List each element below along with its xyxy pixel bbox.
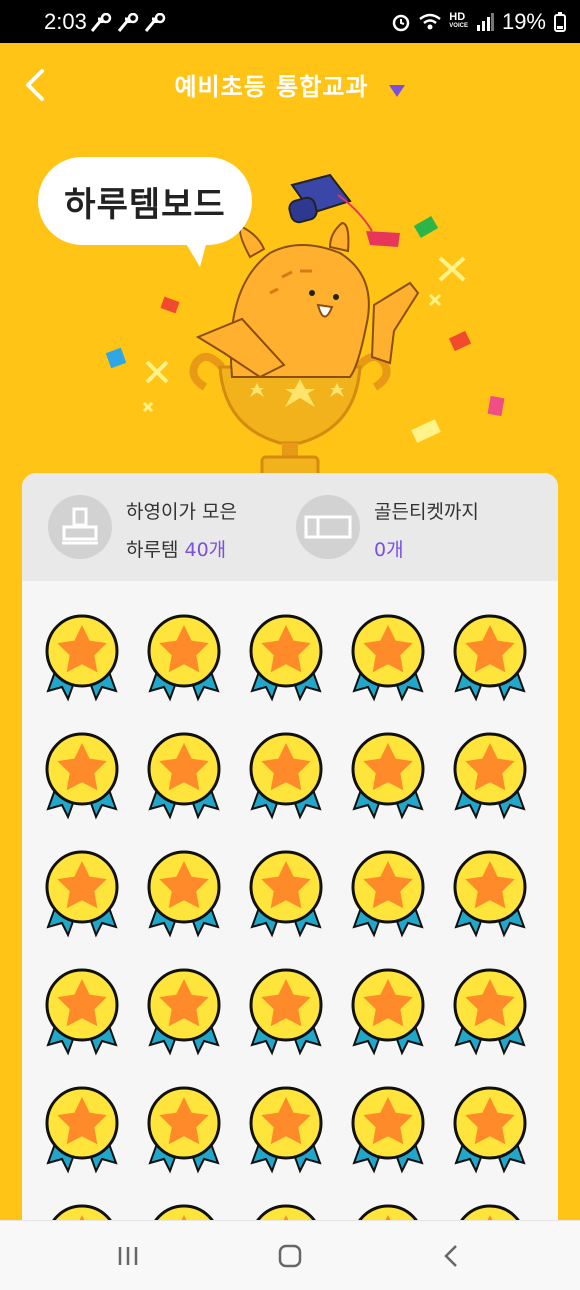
ticket-icon	[304, 515, 352, 539]
wifi-icon	[419, 13, 442, 30]
star-medal-icon[interactable]	[450, 967, 530, 1057]
star-medal-icon[interactable]	[348, 967, 428, 1057]
stats-panel: 하영이가 모은 하루템 40개 골든티켓까지 0개	[22, 473, 558, 581]
battery-percent: 19%	[501, 9, 546, 34]
golden-text: 골든티켓까지 0개	[374, 493, 558, 569]
missed-call-icon	[144, 13, 166, 32]
ticket-icon-wrap	[296, 495, 360, 559]
star-medal-icon[interactable]	[246, 731, 326, 821]
voice-label: VOICE	[449, 23, 468, 29]
star-medal-icon[interactable]	[42, 731, 122, 821]
stamp-icon-wrap	[48, 495, 112, 559]
golden-ticket-stat: 골든티켓까지 0개	[296, 493, 546, 561]
star-medal-icon[interactable]	[42, 849, 122, 939]
star-medal-icon[interactable]	[348, 1085, 428, 1175]
home-button[interactable]	[268, 1241, 312, 1271]
golden-count: 0개	[374, 539, 404, 561]
star-medal-icon[interactable]	[42, 967, 122, 1057]
battery-icon	[554, 12, 566, 32]
nav-back-button[interactable]	[430, 1241, 474, 1271]
star-medal-icon[interactable]	[450, 731, 530, 821]
medal-grid	[42, 613, 552, 1273]
triangle-down-icon	[388, 84, 405, 97]
collected-stat: 하영이가 모은 하루템 40개	[48, 493, 308, 561]
star-medal-icon[interactable]	[246, 967, 326, 1057]
star-medal-icon[interactable]	[450, 849, 530, 939]
missed-call-icon	[117, 13, 139, 32]
bubble-tail	[182, 237, 208, 267]
cat	[195, 221, 420, 379]
star-medal-icon[interactable]	[246, 1085, 326, 1175]
recent-apps-icon	[118, 1247, 138, 1265]
star-medal-icon[interactable]	[450, 1085, 530, 1175]
page-title: 예비초등 통합교과	[174, 73, 369, 101]
collected-prefix: 하루템	[126, 539, 185, 561]
item-board-card: 하영이가 모은 하루템 40개 골든티켓까지 0개	[22, 473, 558, 1273]
hd-voice-icon: HD VOICE	[449, 11, 468, 31]
hero-section: 하루템보드	[0, 127, 580, 477]
status-bar: 2:03 HD VOICE 19%	[0, 0, 580, 43]
star-medal-icon[interactable]	[144, 849, 224, 939]
speech-bubble: 하루템보드	[38, 157, 252, 245]
star-medal-icon[interactable]	[144, 731, 224, 821]
alarm-icon	[393, 14, 410, 32]
star-medal-icon[interactable]	[246, 849, 326, 939]
hd-label: HD	[449, 11, 466, 23]
golden-label: 골든티켓까지	[374, 501, 479, 523]
missed-call-icon	[90, 13, 112, 32]
recent-apps-button[interactable]	[106, 1241, 150, 1271]
star-medal-icon[interactable]	[144, 967, 224, 1057]
signal-icon	[476, 13, 494, 31]
home-icon	[278, 1244, 302, 1268]
stamp-icon	[62, 507, 98, 545]
bubble-title: 하루템보드	[64, 184, 226, 225]
star-medal-icon[interactable]	[348, 613, 428, 703]
star-medal-icon[interactable]	[144, 1085, 224, 1175]
collected-count: 40개	[184, 539, 227, 561]
system-icons: HD VOICE 19%	[391, 9, 566, 35]
star-medal-icon[interactable]	[246, 613, 326, 703]
star-medal-icon[interactable]	[450, 613, 530, 703]
header: 예비초등 통합교과	[0, 43, 580, 127]
system-nav-bar	[0, 1220, 580, 1290]
back-icon	[444, 1245, 457, 1267]
star-medal-icon[interactable]	[144, 613, 224, 703]
star-medal-icon[interactable]	[348, 731, 428, 821]
notification-icons	[90, 13, 166, 33]
star-medal-icon[interactable]	[42, 1085, 122, 1175]
star-medal-icon[interactable]	[348, 849, 428, 939]
status-time: 2:03	[44, 9, 87, 34]
star-medal-icon[interactable]	[42, 613, 122, 703]
subject-selector[interactable]: 예비초등 통합교과	[0, 67, 580, 102]
